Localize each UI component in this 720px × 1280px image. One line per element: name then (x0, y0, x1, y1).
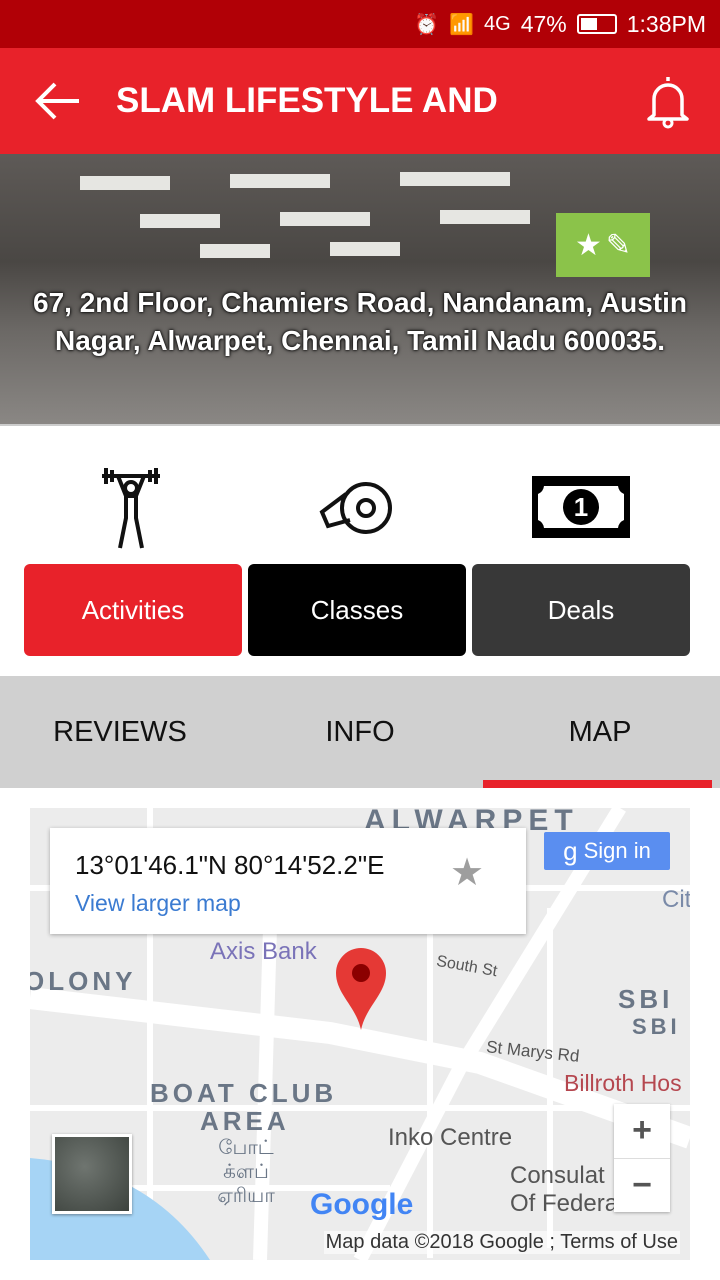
map-label: BOAT CLUB (150, 1078, 338, 1108)
status-bar: ⏰ 📶 4G 47% 1:38PM (0, 0, 720, 48)
map-label: SBI (632, 1014, 681, 1039)
pencil-icon: ✎ (605, 228, 632, 262)
battery-percent: 47% (520, 10, 567, 37)
google-g-icon: g (563, 835, 578, 866)
arrow-left-icon (35, 82, 79, 120)
save-star-icon[interactable]: ★ (450, 850, 484, 895)
activities-button[interactable]: Activities (24, 564, 242, 656)
coordinates: 13°01'46.1"N 80°14'52.2"E (75, 850, 385, 880)
map-label: AREA (200, 1106, 290, 1136)
attribution-text: Map data ©2018 Google (325, 1231, 544, 1253)
alarm-icon: ⏰ (414, 13, 440, 36)
map-label: போட் க்ளப் ஏரியா (217, 1137, 275, 1207)
bell-icon (647, 77, 689, 129)
deals-button[interactable]: Deals (472, 564, 690, 656)
sign-in-label: Sign in (583, 838, 651, 863)
sign-in-button[interactable]: g Sign in (544, 832, 670, 870)
app-bar: SLAM LIFESTYLE AND (0, 48, 720, 154)
zoom-out-button[interactable]: − (614, 1157, 670, 1213)
map-label: OLONY (30, 966, 137, 996)
signal-icon: 4G (484, 12, 511, 35)
tab-info[interactable]: INFO (240, 676, 480, 788)
page-title: SLAM LIFESTYLE AND (116, 81, 498, 120)
map-label: Cit (662, 886, 690, 913)
money-icon: 1 (532, 476, 630, 538)
zoom-controls: + − (614, 1104, 670, 1212)
tab-reviews[interactable]: REVIEWS (0, 676, 240, 788)
map-pin-icon (336, 948, 386, 1030)
map-label: Billroth Hos (564, 1070, 682, 1096)
map-label: Axis Bank (210, 938, 317, 965)
map-attribution: Map data ©2018 Google ; Terms of Use (323, 1231, 680, 1254)
tab-map[interactable]: MAP (480, 676, 720, 788)
view-larger-map-link[interactable]: View larger map (75, 890, 241, 917)
rate-review-button[interactable]: ★ ✎ (556, 213, 650, 277)
whistle-icon (319, 482, 392, 534)
address: 67, 2nd Floor, Chamiers Road, Nandanam, … (33, 287, 687, 356)
classes-button[interactable]: Classes (248, 564, 466, 656)
weightlifter-icon (102, 468, 160, 549)
zoom-in-button[interactable]: + (614, 1104, 670, 1158)
map-label: Inko Centre (388, 1124, 513, 1151)
terms-link[interactable]: Terms of Use (560, 1231, 678, 1253)
svg-text:1: 1 (574, 492, 588, 522)
back-button[interactable] (28, 71, 88, 131)
satellite-toggle[interactable] (52, 1134, 132, 1214)
notifications-button[interactable] (638, 71, 698, 131)
map-label: Of Federa (510, 1190, 619, 1217)
map-label: SBI (618, 984, 674, 1014)
tab-bar: REVIEWS INFO MAP (0, 676, 720, 788)
google-logo: Google (310, 1188, 414, 1221)
place-card: 13°01'46.1"N 80°14'52.2"E View larger ma… (50, 828, 526, 934)
battery-icon (576, 14, 617, 34)
star-icon: ★ (574, 228, 602, 262)
wifi-icon: 📶 (449, 13, 474, 36)
map-label: Consulat (510, 1162, 605, 1189)
clock: 1:38PM (626, 10, 706, 37)
map-view[interactable]: ALWARPET OLONY Axis Bank South St St Mar… (30, 808, 690, 1260)
